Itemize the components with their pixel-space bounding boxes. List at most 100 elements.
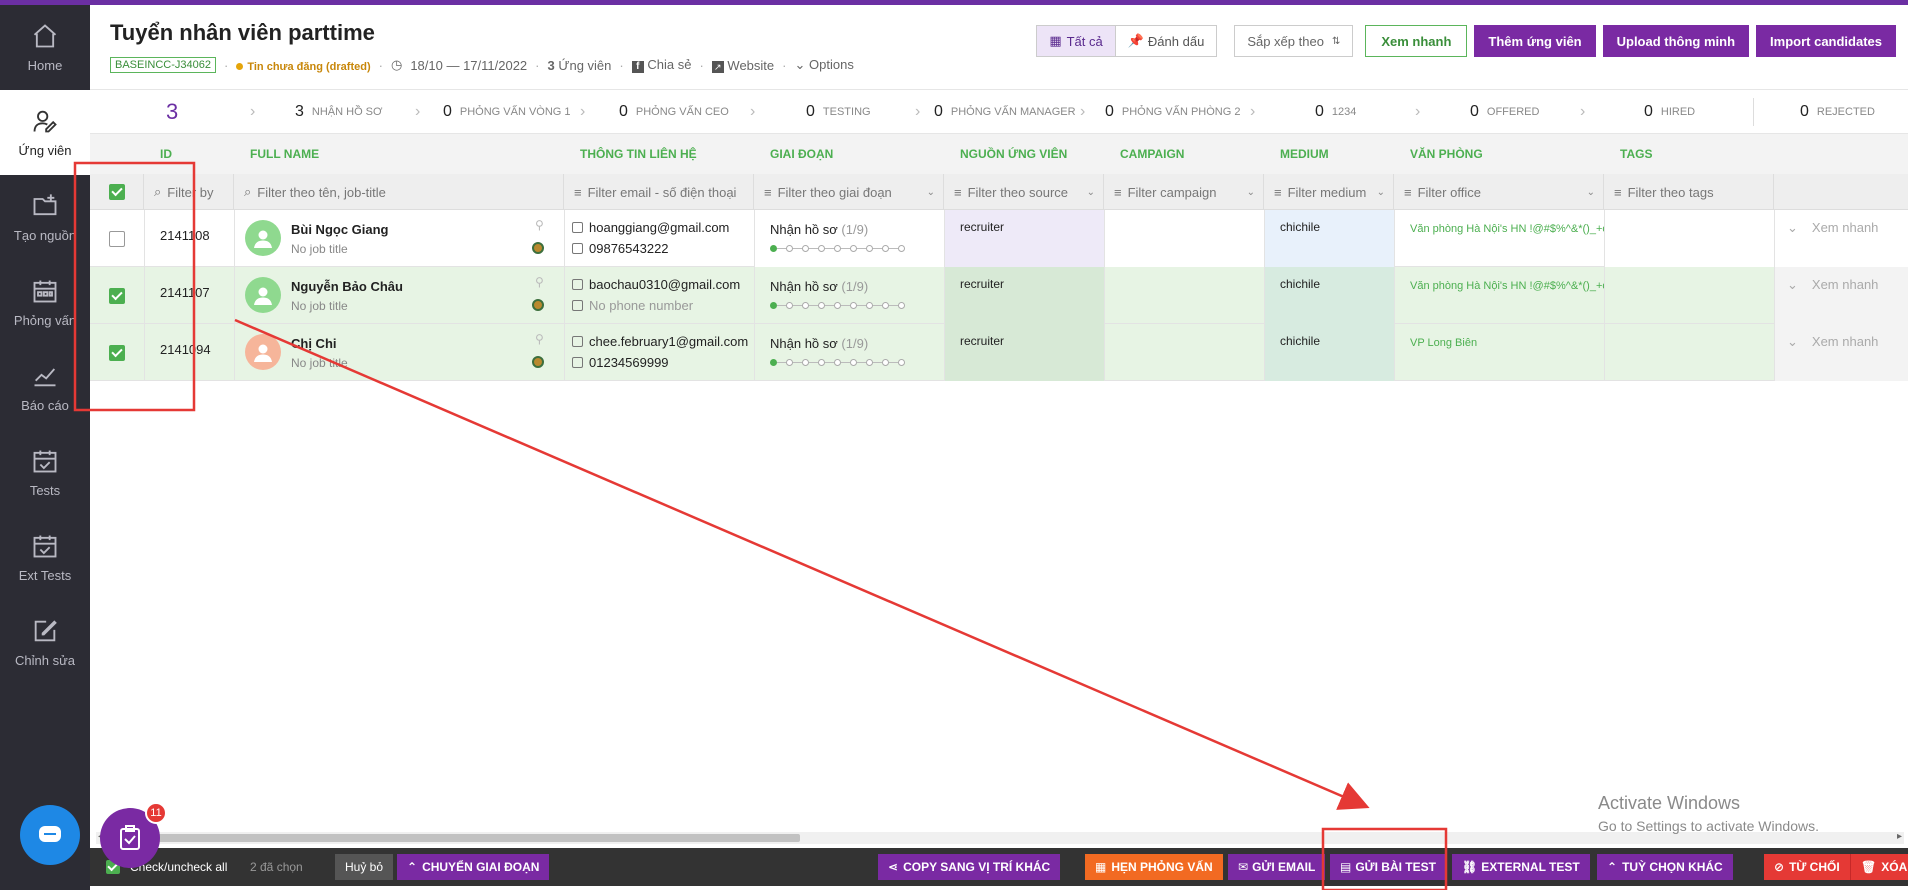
stage-name: Nhận hồ sơ (770, 336, 838, 351)
candidate-name-cell[interactable]: Nguyễn Bảo Châu No job title ⚲ (234, 267, 564, 324)
pin-icon[interactable]: ⚲ (535, 218, 544, 232)
candidate-name[interactable]: Nguyễn Bảo Châu (291, 279, 403, 294)
column-header-id[interactable]: ID (160, 134, 172, 174)
row-actions: ⌄ Xem nhanh (1774, 267, 1908, 324)
options-dropdown[interactable]: ⌄ Options (795, 57, 854, 73)
quick-view-link[interactable]: Xem nhanh (1812, 220, 1879, 235)
pipeline-stage[interactable]: 0 PHỎNG VẤN PHÒNG 2 (1105, 90, 1240, 134)
quick-view-button[interactable]: Xem nhanh (1365, 25, 1468, 57)
sidebar-item-report[interactable]: Báo cáo (0, 345, 90, 430)
row-checkbox[interactable] (109, 344, 125, 361)
pipeline-stage[interactable]: 0 REJECTED (1800, 90, 1875, 134)
select-all-checkbox[interactable] (108, 184, 125, 200)
pipeline-stage-all[interactable]: 3 (166, 90, 178, 134)
candidate-email[interactable]: chee.february1@gmail.com (589, 334, 748, 349)
chart-line-icon (31, 362, 59, 390)
pipeline-stage[interactable]: 0 HIRED (1644, 90, 1695, 134)
send-test-button[interactable]: ▤ GỬI BÀI TEST (1330, 854, 1446, 880)
sidebar-item-candidates[interactable]: Ứng viên (0, 90, 90, 175)
chevron-down-icon[interactable]: ⌄ (1787, 220, 1798, 235)
pipeline-stage[interactable]: 0 1234 (1315, 90, 1356, 134)
sidebar-item-ext-tests[interactable]: Ext Tests (0, 515, 90, 600)
candidate-name[interactable]: Chị Chi (291, 336, 337, 351)
send-email-button[interactable]: ✉ GỬI EMAIL (1228, 854, 1326, 880)
name-filter[interactable]: ⌕ Filter theo tên, job-title (234, 174, 564, 210)
delete-button[interactable]: 🗑 XÓA (1850, 854, 1908, 880)
column-header-campaign[interactable]: CAMPAIGN (1120, 134, 1184, 174)
column-header-medium[interactable]: MEDIUM (1280, 134, 1329, 174)
chevron-down-icon[interactable]: ⌄ (1787, 277, 1798, 292)
row-actions: ⌄ Xem nhanh (1774, 210, 1908, 267)
smart-upload-button[interactable]: Upload thông minh (1602, 25, 1750, 57)
sidebar-item-label: Phỏng vấn (13, 313, 77, 328)
pipeline-stage[interactable]: 0 TESTING (806, 90, 871, 134)
quick-view-link[interactable]: Xem nhanh (1812, 277, 1879, 292)
office-cell: Văn phòng Hà Nội's HN !@#$%^&*()_+o} (1394, 267, 1604, 324)
candidate-name-cell[interactable]: Bùi Ngọc Giang No job title ⚲ (234, 210, 564, 267)
row-checkbox[interactable] (109, 287, 125, 304)
copy-position-button[interactable]: ⋖ COPY SANG VỊ TRÍ KHÁC (878, 854, 1061, 880)
sort-select[interactable]: Sắp xếp theo ⇅ (1234, 25, 1354, 57)
quick-view-link[interactable]: Xem nhanh (1812, 334, 1879, 349)
campaign-filter[interactable]: ≡ Filter campaign ⌄ (1104, 174, 1264, 210)
schedule-interview-button[interactable]: ▦ HẸN PHỎNG VẤN (1085, 854, 1223, 880)
stage-filter[interactable]: ≡ Filter theo giai đoạn ⌄ (754, 174, 944, 210)
row-checkbox[interactable] (109, 230, 125, 247)
move-stage-button[interactable]: ⌃ CHUYỂN GIAI ĐOẠN (397, 854, 550, 880)
table-row[interactable]: 2141094 Chị Chi No job title ⚲ chee.february… (90, 324, 1908, 381)
pipeline-stage[interactable]: 0 PHỎNG VẤN VÒNG 1 (443, 90, 571, 134)
source-cell: recruiter (944, 267, 1104, 324)
table-row[interactable]: 2141108 Bùi Ngọc Giang No job title ⚲ hoangg… (90, 210, 1908, 267)
scroll-right-icon[interactable]: ▸ (1897, 831, 1902, 842)
candidate-email[interactable]: hoanggiang@gmail.com (589, 220, 729, 235)
column-header-contact[interactable]: THÔNG TIN LIÊN HỆ (580, 134, 697, 174)
column-header-name[interactable]: FULL NAME (250, 134, 319, 174)
sidebar-item-home[interactable]: Home (0, 5, 90, 90)
pin-icon[interactable]: ⚲ (535, 275, 544, 289)
cancel-selection-button[interactable]: Huỷ bỏ (335, 854, 394, 880)
column-header-source[interactable]: NGUỒN ỨNG VIÊN (960, 134, 1067, 174)
scrollbar-thumb[interactable] (110, 834, 800, 842)
sidebar-item-interview[interactable]: Phỏng vấn (0, 260, 90, 345)
sidebar-item-sourcing[interactable]: Tạo nguồn (0, 175, 90, 260)
chevron-down-icon[interactable]: ⌄ (1787, 334, 1798, 349)
candidate-name[interactable]: Bùi Ngọc Giang (291, 222, 389, 237)
id-filter[interactable]: ⌕ Filter by (144, 174, 234, 210)
stage-cell[interactable]: Nhận hồ sơ (1/9) (754, 210, 944, 267)
contact-filter[interactable]: ≡ Filter email - số điện thoại (564, 174, 754, 210)
column-header-tags[interactable]: TAGS (1620, 134, 1652, 174)
stage-cell[interactable]: Nhận hồ sơ (1/9) (754, 267, 944, 324)
pipeline-stage[interactable]: 3 NHẬN HỒ SƠ (295, 90, 382, 134)
website-link[interactable]: ↗ Website (711, 58, 774, 73)
external-test-button[interactable]: ⛓ EXTERNAL TEST (1452, 854, 1590, 880)
pipeline-stage[interactable]: 0 PHỎNG VẤN CEO (619, 90, 729, 134)
mail-icon (572, 279, 583, 290)
tags-filter[interactable]: ≡ Filter theo tags (1604, 174, 1774, 210)
candidate-name-cell[interactable]: Chị Chi No job title ⚲ (234, 324, 564, 381)
medium-filter[interactable]: ≡ Filter medium ⌄ (1264, 174, 1394, 210)
more-options-button[interactable]: ⌃ TUỲ CHỌN KHÁC (1597, 854, 1733, 880)
pin-icon[interactable]: ⚲ (535, 332, 544, 346)
candidate-email[interactable]: baochau0310@gmail.com (589, 277, 740, 292)
stage-progress-dot (818, 302, 825, 309)
source-filter[interactable]: ≡ Filter theo source ⌄ (944, 174, 1104, 210)
import-candidates-button[interactable]: Import candidates (1756, 25, 1896, 57)
stage-progress-dot (770, 359, 777, 366)
add-candidate-button[interactable]: Thêm ứng viên (1474, 25, 1596, 57)
filter-all-button[interactable]: ▦ Tất cả (1037, 26, 1116, 56)
chat-support-button[interactable] (20, 805, 80, 865)
column-header-office[interactable]: VĂN PHÒNG (1410, 134, 1483, 174)
sidebar-item-tests[interactable]: Tests (0, 430, 90, 515)
column-header-stage[interactable]: GIAI ĐOẠN (770, 134, 833, 174)
chevron-down-icon: ⌄ (1376, 186, 1385, 198)
office-filter[interactable]: ≡ Filter office ⌄ (1394, 174, 1604, 210)
pipeline-stage[interactable]: 0 PHỎNG VẤN MANAGER (934, 90, 1076, 134)
share-link[interactable]: f Chia sẻ (631, 57, 691, 73)
reject-button[interactable]: ⊘ TỪ CHỐI (1764, 854, 1850, 880)
filter-marked-button[interactable]: 📌 Đánh dấu (1116, 26, 1217, 56)
stage-cell[interactable]: Nhận hồ sơ (1/9) (754, 324, 944, 381)
table-row[interactable]: 2141107 Nguyễn Bảo Châu No job title ⚲ baoch… (90, 267, 1908, 324)
pipeline-stage[interactable]: 0 OFFERED (1470, 90, 1539, 134)
office-cell: VP Long Biên (1394, 324, 1604, 381)
sidebar-item-edit[interactable]: Chỉnh sửa (0, 600, 90, 685)
